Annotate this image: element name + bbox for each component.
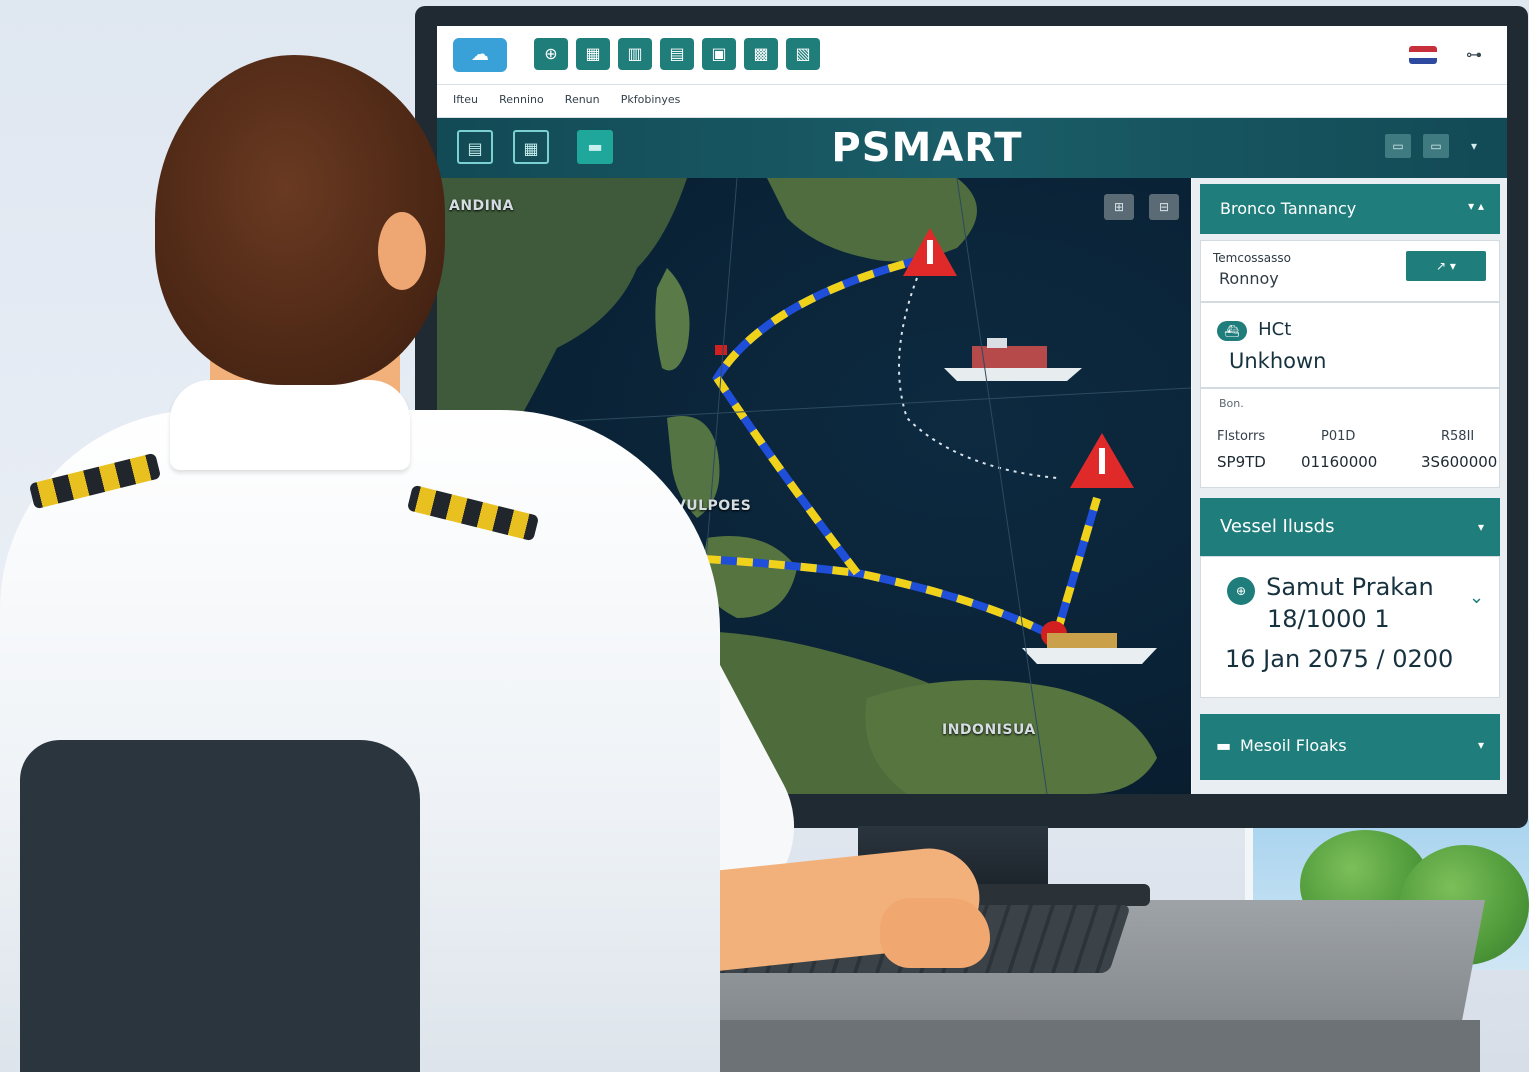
route-value: Ronnoy	[1219, 269, 1279, 288]
office-chair-back	[20, 740, 420, 1072]
status-row: ⛴ HCt	[1217, 319, 1291, 341]
menu-bar: Ifteu Rennino Renun Pkfobinyes	[437, 85, 1507, 118]
folder-icon[interactable]: ▬	[577, 130, 613, 164]
table-caption: Bon.	[1219, 397, 1244, 410]
panel-header[interactable]: Bronco Tannancy ▾ ▴	[1200, 184, 1500, 234]
app-title: PSMART	[831, 125, 1023, 171]
ship-icon	[944, 338, 1082, 381]
table-header: Flstorrs	[1217, 429, 1266, 444]
globe-icon[interactable]: ⊕	[534, 38, 568, 70]
flag-icon[interactable]	[1409, 46, 1437, 64]
chevron-icon[interactable]: ▾ ▴	[1468, 199, 1484, 213]
officer-collar	[170, 380, 410, 470]
vessel-card: ⊕ Samut Prakan 18/1000 1 ⌄ 16 Jan 2075 /…	[1200, 556, 1500, 698]
officer-hand	[880, 898, 990, 968]
panel-header[interactable]: Vessel Ilusds ▾	[1200, 498, 1500, 556]
menu-item[interactable]: Pkfobinyes	[621, 93, 681, 106]
data-table: Bon. Flstorrs P01D R58II SP9TD 01160000 …	[1200, 388, 1500, 488]
route-action-button[interactable]: ↗ ▾	[1406, 251, 1486, 281]
landmass	[767, 178, 977, 262]
clipboard-icon[interactable]: ▣	[702, 38, 736, 70]
user-menu-icon[interactable]: ⊶	[1455, 44, 1493, 66]
landmass	[655, 268, 690, 371]
table-cell: 3S600000	[1421, 453, 1498, 471]
warning-triangle-icon	[1070, 433, 1134, 488]
map-layer-icon[interactable]: ▤	[457, 130, 493, 164]
table-cell: 01160000	[1301, 453, 1378, 471]
document-icon[interactable]: ▤	[660, 38, 694, 70]
map-label: ANDINA	[449, 198, 514, 214]
side-panel: Bronco Tannancy ▾ ▴ Temcossasso Ronnoy ↗…	[1192, 178, 1507, 794]
map-label: INDONISUA	[942, 722, 1036, 738]
panel-header-label: Vessel Ilusds	[1220, 516, 1335, 537]
panel-header-label: Bronco Tannancy	[1220, 199, 1357, 218]
scene: ☁ ⊕ ▦ ▥ ▤ ▣ ▩ ▧ ⊶ Ifteu Rennino Renun Pk…	[0, 0, 1529, 1072]
panel-header-label: Mesoil Floaks	[1240, 736, 1347, 755]
status-code: HCt	[1258, 319, 1292, 340]
top-toolbar: ☁ ⊕ ▦ ▥ ▤ ▣ ▩ ▧ ⊶	[437, 26, 1507, 85]
zoom-in-icon[interactable]: ⊞	[1104, 194, 1134, 220]
vessel-name-row: ⊕ Samut Prakan	[1227, 573, 1434, 605]
menu-item[interactable]: Renun	[565, 93, 600, 106]
vessel-ref: 18/1000 1	[1267, 605, 1390, 633]
route-label: Temcossasso	[1213, 251, 1292, 265]
ship-badge-icon: ⛴	[1217, 320, 1247, 341]
window-icon[interactable]: ▭	[1423, 134, 1449, 158]
status-card: ⛴ HCt Unkhown	[1200, 302, 1500, 388]
table-header: R58II	[1441, 429, 1475, 444]
window-icon[interactable]: ▭	[1385, 134, 1411, 158]
route-card: Temcossasso Ronnoy ↗ ▾	[1200, 240, 1500, 302]
panel-header[interactable]: ▬ Mesoil Floaks ▾	[1200, 714, 1500, 780]
vessel-eta: 16 Jan 2075 / 0200	[1225, 645, 1454, 673]
route-line	[712, 254, 928, 576]
route-marker	[715, 345, 727, 355]
chevron-icon[interactable]: ▾	[1478, 738, 1484, 752]
chevron-icon[interactable]: ▾	[1478, 520, 1484, 534]
table-icon[interactable]: ▦	[513, 130, 549, 164]
table-header: P01D	[1321, 429, 1356, 444]
vessel-name: Samut Prakan	[1266, 573, 1434, 601]
briefcase-icon: ▬	[1216, 736, 1232, 755]
archive-icon[interactable]: ▧	[786, 38, 820, 70]
save-icon[interactable]: ▩	[744, 38, 778, 70]
chevron-down-icon[interactable]: ⌄	[1469, 587, 1484, 608]
menu-item[interactable]: Rennino	[499, 93, 544, 106]
port-icon: ⊕	[1227, 576, 1255, 605]
zoom-out-icon[interactable]: ⊟	[1149, 194, 1179, 220]
status-value: Unkhown	[1229, 349, 1327, 373]
cloud-icon[interactable]: ☁	[453, 38, 507, 72]
menu-item[interactable]: Ifteu	[453, 93, 478, 106]
chevron-down-icon[interactable]: ▾	[1461, 134, 1487, 158]
grid-icon[interactable]: ▥	[618, 38, 652, 70]
title-bar: ▤ ▦ ▬ PSMART ▭ ▭ ▾	[437, 118, 1507, 178]
calendar-icon[interactable]: ▦	[576, 38, 610, 70]
table-cell: SP9TD	[1217, 453, 1266, 471]
officer-ear	[378, 212, 426, 290]
